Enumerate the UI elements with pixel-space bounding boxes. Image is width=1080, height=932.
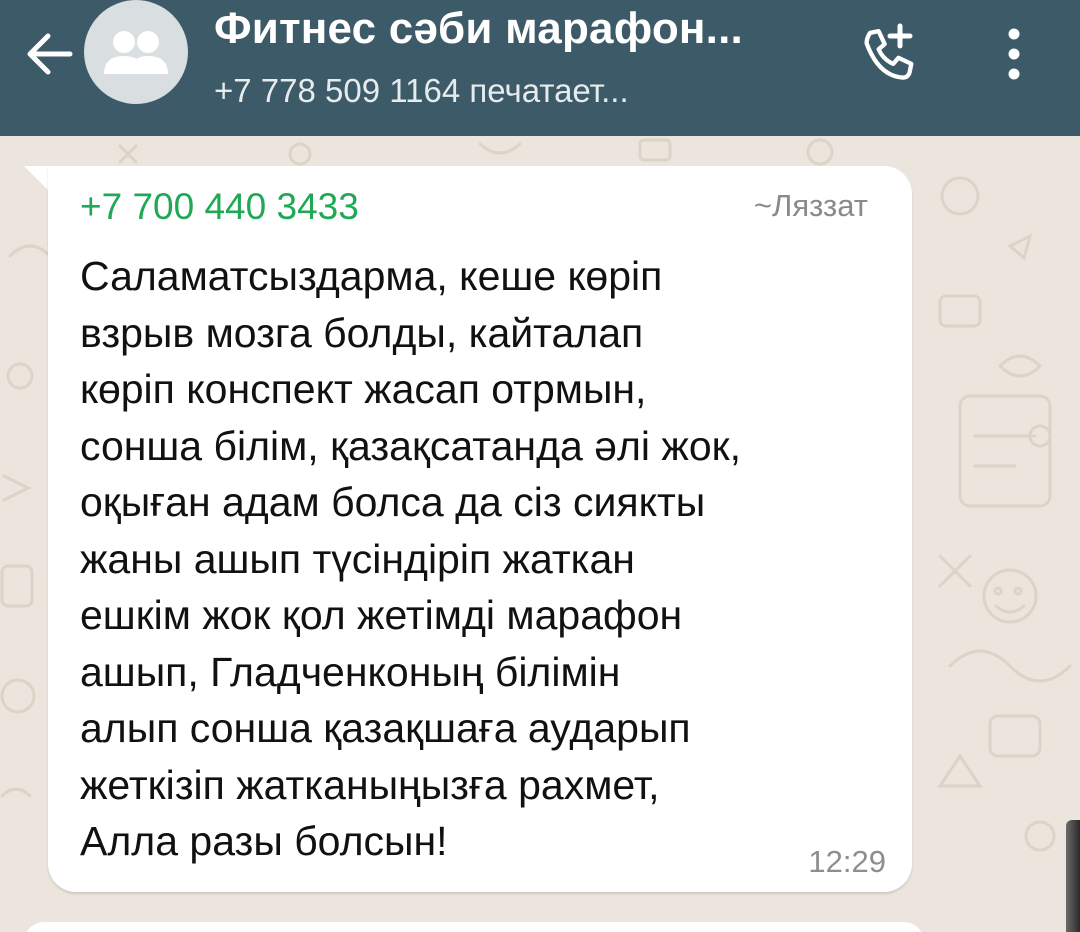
- incoming-message-bubble[interactable]: +7 700 440 3433 ~Ляззат Саламатсыздарма,…: [48, 166, 912, 892]
- bubble-tail: [24, 166, 50, 192]
- chat-header: Фитнес сәби марафон... +7 778 509 1164 п…: [0, 0, 1080, 136]
- message-text: Саламатсыздарма, кеше көріп взрыв мозга …: [80, 253, 741, 864]
- typing-status: +7 778 509 1164 печатает...: [214, 72, 629, 109]
- sender-name: ~Ляззат: [753, 188, 868, 223]
- more-vertical-icon[interactable]: [996, 24, 1032, 84]
- add-call-icon[interactable]: [856, 22, 920, 86]
- message-timestamp: 12:29: [808, 844, 886, 879]
- arrow-left-icon[interactable]: [22, 26, 78, 82]
- chat-title[interactable]: Фитнес сәби марафон...: [214, 4, 743, 54]
- next-message-bubble[interactable]: [24, 922, 924, 932]
- sender-phone[interactable]: +7 700 440 3433: [80, 186, 359, 228]
- group-avatar-icon[interactable]: [84, 0, 188, 104]
- device-edge: [1066, 820, 1080, 932]
